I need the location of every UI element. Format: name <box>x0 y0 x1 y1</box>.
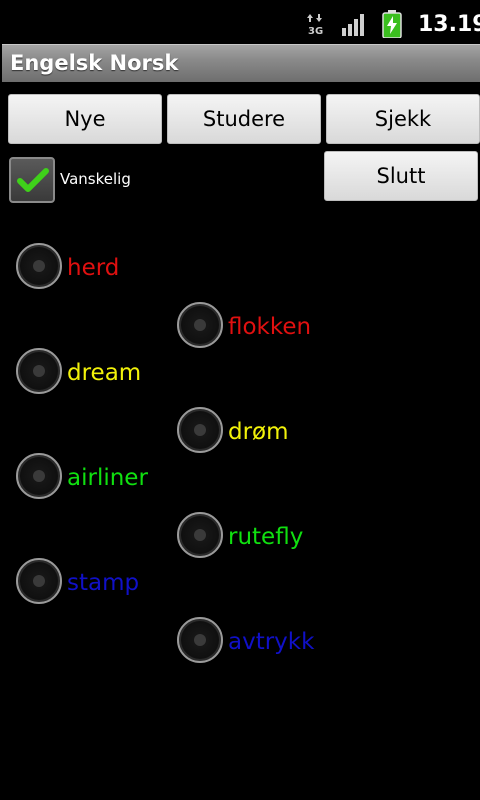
status-bar: 3G 13.19 <box>0 0 480 44</box>
study-button[interactable]: Studere <box>167 94 321 144</box>
title-bar: Engelsk Norsk <box>2 44 480 82</box>
english-word-4: stamp <box>67 570 140 596</box>
radio-english-1[interactable] <box>16 243 62 289</box>
radio-english-2[interactable] <box>16 348 62 394</box>
english-word-3: airliner <box>67 465 148 491</box>
checkmark-icon <box>17 168 49 192</box>
radio-norwegian-2[interactable] <box>177 407 223 453</box>
radio-norwegian-3[interactable] <box>177 512 223 558</box>
norwegian-word-1: flokken <box>228 314 312 340</box>
radio-norwegian-1[interactable] <box>177 302 223 348</box>
norwegian-word-3: rutefly <box>228 524 304 550</box>
clock: 13.19 <box>418 12 480 37</box>
difficult-checkbox[interactable] <box>9 157 55 203</box>
difficult-label: Vanskelig <box>60 170 131 188</box>
app-title: Engelsk Norsk <box>10 51 179 75</box>
radio-english-4[interactable] <box>16 558 62 604</box>
norwegian-word-2: drøm <box>228 419 289 445</box>
new-button[interactable]: Nye <box>8 94 162 144</box>
check-button[interactable]: Sjekk <box>326 94 480 144</box>
radio-norwegian-4[interactable] <box>177 617 223 663</box>
3g-data-icon: 3G <box>307 14 323 36</box>
english-word-2: dream <box>67 360 142 386</box>
battery-charging-icon <box>382 10 402 38</box>
quit-button[interactable]: Slutt <box>324 151 478 201</box>
norwegian-word-4: avtrykk <box>228 629 315 655</box>
signal-strength-icon <box>342 14 364 36</box>
svg-text:3G: 3G <box>308 26 323 36</box>
radio-english-3[interactable] <box>16 453 62 499</box>
english-word-1: herd <box>67 255 120 281</box>
